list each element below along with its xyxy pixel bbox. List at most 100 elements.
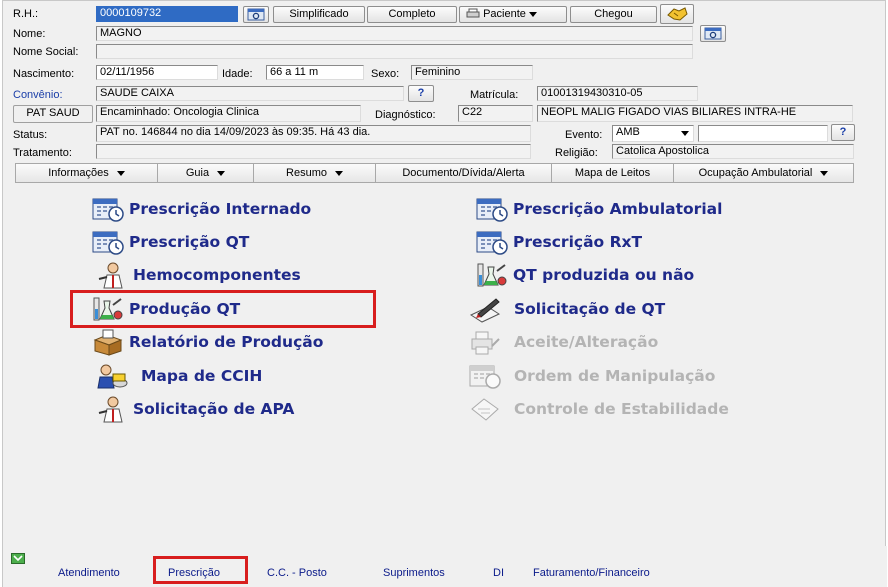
calendar-clock-icon [476,198,508,222]
nome-social-field[interactable] [96,44,693,59]
tab-label: Informações [48,167,109,179]
nome-label: Nome: [13,28,46,40]
tab-label: Documento/Dívida/Alerta [402,167,525,179]
menu-label: Prescrição Ambulatorial [513,200,723,218]
menu-prescricao-internado[interactable]: Prescrição Internado [91,194,311,224]
chevron-down-icon [217,170,226,176]
diagnostico-label: Diagnóstico: [375,109,436,121]
calendar-clock-icon [92,231,124,255]
paciente-dropdown-button[interactable]: Paciente [459,6,567,23]
menu-ordem-de-manipulacao: Ordem de Manipulação [468,361,715,391]
printer-icon [466,8,480,18]
evento-label: Evento: [565,129,603,141]
menu-label: Ordem de Manipulação [514,367,716,385]
menu-label: Prescrição RxT [513,233,643,251]
menu-prescricao-ambulatorial[interactable]: Prescrição Ambulatorial [475,194,722,224]
rh-search-button[interactable] [243,6,269,23]
bottom-tab-suprimentos[interactable]: Suprimentos [383,566,445,580]
tab-resumo[interactable]: Resumo [254,163,376,183]
menu-relatorio-de-producao[interactable]: Relatório de Produção [91,327,323,357]
printer-gray-icon [471,331,500,355]
sexo-field[interactable]: Feminino [411,65,533,80]
bottom-tab-di[interactable]: DI [493,566,504,580]
tratamento-field[interactable] [96,144,531,159]
tab-informacoes[interactable]: Informações [15,163,158,183]
rh-input[interactable]: 0000109732 [96,6,238,22]
simplificado-button[interactable]: Simplificado [273,6,365,23]
prescricao-highlight [153,556,248,584]
calendar-clock-icon [92,198,124,222]
menu-label: Mapa de CCIH [141,367,263,385]
tab-guia[interactable]: Guia [158,163,254,183]
status-label: Status: [13,129,48,141]
tab-ocupacao-ambulatorial[interactable]: Ocupação Ambulatorial [674,163,854,183]
menu-solicitacao-de-apa[interactable]: Solicitação de APA [95,394,294,424]
idade-field[interactable]: 66 a 11 m [266,65,364,80]
patient-window: R.H.: 0000109732 Simplificado Completo P… [2,0,887,587]
nome-search-button[interactable] [700,25,726,42]
person-map-icon [97,364,128,389]
tab-label: Mapa de Leitos [574,167,651,179]
menu-prescricao-rxt[interactable]: Prescrição RxT [475,227,642,257]
search-window-icon [247,8,265,21]
bottom-navigation [3,546,887,587]
bottom-tab-atendimento[interactable]: Atendimento [58,566,120,580]
handshake-button[interactable] [660,4,694,24]
menu-hemocomponentes[interactable]: Hemocomponentes [95,260,301,290]
menu-label: Prescrição QT [129,233,250,251]
diagnostico-code-field[interactable]: C22 [458,105,533,122]
bottom-tab-faturamento-financeiro[interactable]: Faturamento/Financeiro [533,566,650,580]
menu-label: QT produzida ou não [513,266,695,284]
completo-button[interactable]: Completo [367,6,457,23]
tab-label: Guia [185,167,210,179]
pat-saud-button[interactable]: PAT SAUD [13,105,93,123]
nascimento-field[interactable]: 02/11/1956 [96,65,218,80]
menu-label: Solicitação de QT [514,300,666,318]
menu-qt-produzida-ou-nao[interactable]: QT produzida ou não [475,260,694,290]
menu-label: Hemocomponentes [133,266,301,284]
menu-label: Aceite/Alteração [514,333,659,351]
calendar-clock-icon [476,231,508,255]
chevron-down-icon [681,131,689,136]
matricula-field[interactable]: 01001319430310-05 [537,86,698,101]
tab-label: Ocupação Ambulatorial [698,167,813,179]
menu-label: Controle de Estabilidade [514,400,729,418]
menu-label: Prescrição Internado [129,200,312,218]
menu-mapa-de-ccih[interactable]: Mapa de CCIH [95,361,262,391]
menu-solicitacao-de-qt[interactable]: Solicitação de QT [468,294,665,324]
tratamento-label: Tratamento: [13,147,72,159]
handshake-icon [667,7,688,21]
status-field[interactable]: PAT no. 146844 no dia 14/09/2023 às 09:3… [96,125,531,142]
religiao-label: Religião: [555,147,598,159]
evento-extra-input[interactable] [698,125,828,142]
search-window-icon [704,27,722,40]
religiao-field[interactable]: Catolica Apostolica [612,144,854,159]
tab-documento-divida-alerta[interactable]: Documento/Dívida/Alerta [376,163,552,183]
paciente-label: Paciente [483,8,526,20]
chevron-down-icon [116,170,125,176]
doctor-icon [98,396,123,423]
evento-value: AMB [616,126,640,138]
tab-mapa-de-leitos[interactable]: Mapa de Leitos [552,163,674,183]
nome-field[interactable]: MAGNO [96,26,693,41]
matricula-label: Matrícula: [470,89,519,101]
diagnostico-desc-field[interactable]: NEOPL MALIG FIGADO VIAS BILIARES INTRA-H… [537,105,853,122]
menu-controle-de-estabilidade: Controle de Estabilidade [468,394,729,424]
green-expand-icon[interactable] [11,553,25,564]
convenio-field[interactable]: SAUDE CAIXA [96,86,404,101]
bottom-tab-cc-posto[interactable]: C.C. - Posto [267,566,327,580]
menu-label: Solicitação de APA [133,400,295,418]
evento-select[interactable]: AMB [612,125,694,142]
evento-help-button[interactable]: ? [831,124,855,141]
encaminhado-field[interactable]: Encaminhado: Oncologia Clinica [96,105,361,122]
idade-label: Idade: [222,68,253,80]
lab-flasks-icon [477,263,507,287]
chegou-button[interactable]: Chegou [570,6,657,23]
producao-qt-highlight [70,290,376,328]
convenio-help-button[interactable]: ? [408,85,434,102]
tab-bar: Informações Guia Resumo Documento/Dívida… [15,163,855,183]
nome-social-label: Nome Social: [13,46,79,58]
doctor-icon [98,262,123,289]
menu-aceite-alteracao: Aceite/Alteração [468,327,658,357]
menu-prescricao-qt[interactable]: Prescrição QT [91,227,249,257]
